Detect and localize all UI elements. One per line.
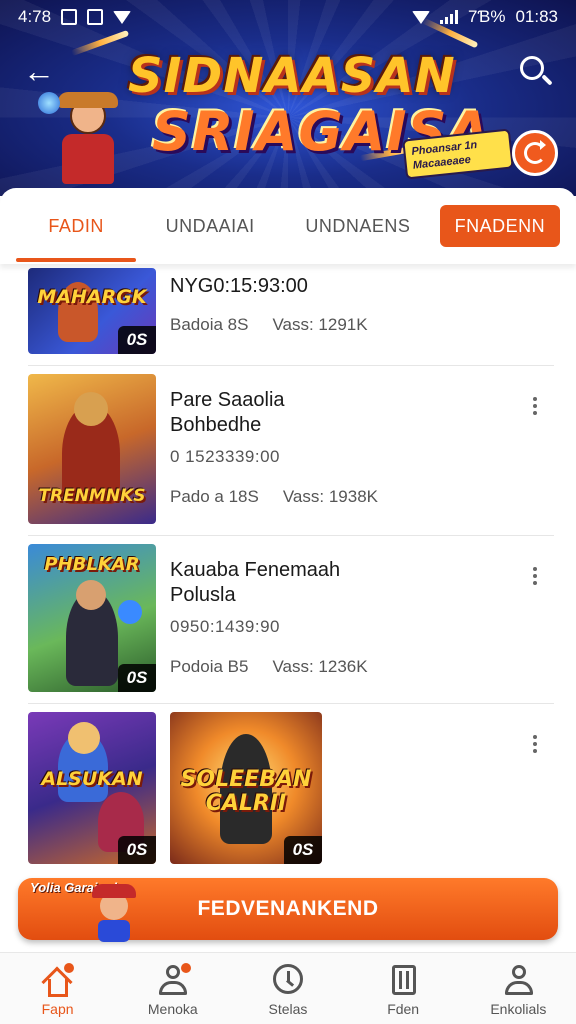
banner-hero-illustration <box>38 92 134 196</box>
more-options-button[interactable] <box>526 732 544 762</box>
wifi-signal-icon <box>411 10 430 24</box>
user-icon <box>155 963 192 997</box>
duration-badge: 0S <box>118 664 156 692</box>
nav-item-enkolials[interactable]: Enkolials <box>461 953 576 1024</box>
tab-undnaens[interactable]: UNDNAENS <box>284 188 432 264</box>
tab-bar: FADIN UNDAAIAI UNDNAENS FNADENN <box>0 188 576 264</box>
list-item[interactable]: PHBLKAR 0S Kauaba Fenemaah Polusla 0950:… <box>0 536 576 704</box>
thumbnail-title: PHBLKAR <box>44 554 140 575</box>
nav-item-stelas[interactable]: Stelas <box>230 953 345 1024</box>
status-bar: 4:78 7Ɓ% 01:83 <box>0 0 576 34</box>
banner-title-line1: SIDNAASAN <box>128 48 456 104</box>
arrow-left-icon: ← <box>23 53 55 89</box>
more-options-button[interactable] <box>526 564 544 594</box>
home-icon <box>40 963 76 998</box>
thumbnail-image: ALSUKAN 0S <box>28 712 156 864</box>
bottom-navigation: Fapn Menoka Stelas Fden Enkolials <box>0 952 576 1024</box>
tab-fnadenn-button[interactable]: FNADENN <box>439 205 560 247</box>
profile-icon <box>501 963 537 997</box>
nav-label: Enkolials <box>490 1001 547 1017</box>
image-icon <box>87 9 104 25</box>
thumbnail-title: MAHARGK <box>37 286 147 308</box>
more-vertical-icon <box>526 567 544 585</box>
list-item[interactable]: TRENMNKS Pare Saaolia Bohbedhe 0 1523339… <box>0 366 576 536</box>
duration-badge: 0S <box>118 836 156 864</box>
thumbnail-title: ALSUKAN <box>41 768 143 790</box>
nav-item-home[interactable]: Fapn <box>0 953 115 1024</box>
tab-undaaiai[interactable]: UNDAAIAI <box>136 188 284 264</box>
item-timestamp: 0950:1439:90 <box>170 617 280 636</box>
nav-label: Menoka <box>147 1001 198 1017</box>
header-banner: 4:78 7Ɓ% 01:83 ← SIDNAASAN SRIAGAISA Pho… <box>0 0 576 196</box>
thumbnail-image: SOLEEBAN CALRII 0S <box>170 712 322 864</box>
item-timestamp: 0 1523339:00 <box>170 447 280 466</box>
duration-badge: 0S <box>118 326 156 354</box>
box-icon <box>386 963 422 997</box>
status-time: 4:78 <box>18 7 52 26</box>
cta-illustration: Yolia Garaiuol <box>22 874 152 944</box>
item-meta-right: Vass: 1236K <box>272 657 368 676</box>
clock-icon <box>270 963 306 997</box>
thumbnail-title: SOLEEBAN CALRII <box>180 767 312 816</box>
nav-label: Fapn <box>41 1001 74 1017</box>
content-list: MAHARGK 0S NYG0:15:93:00 Badoia 8S Vass:… <box>0 268 576 878</box>
nav-label: Fden <box>387 1001 420 1017</box>
back-button[interactable]: ← <box>22 54 56 88</box>
item-title-line1: Kauaba Fenemaah <box>170 559 341 581</box>
tab-fadin[interactable]: FADIN <box>16 188 137 264</box>
search-button[interactable] <box>516 52 556 92</box>
item-meta-left: Podoia B5 <box>170 657 249 676</box>
item-meta-right: Vass: 1938K <box>282 487 378 506</box>
list-item[interactable]: MAHARGK 0S NYG0:15:93:00 Badoia 8S Vass:… <box>0 268 576 366</box>
nav-item-fden[interactable]: Fden <box>346 953 461 1024</box>
nav-label: Stelas <box>268 1001 308 1017</box>
item-meta-right: Vass: 1291K <box>272 315 368 334</box>
item-title-line1: Pare Saaolia <box>170 389 285 411</box>
refresh-button[interactable] <box>512 130 558 176</box>
wifi-icon <box>113 10 132 24</box>
gallery-icon <box>61 9 78 25</box>
thumbnail-image: MAHARGK 0S <box>28 268 156 354</box>
battery-percent: 7Ɓ% <box>467 7 506 26</box>
more-options-button[interactable] <box>526 394 544 424</box>
status-clock: 01:83 <box>515 7 558 26</box>
thumbnail-title: TRENMNKS <box>38 486 146 506</box>
item-title-line2: Bohbedhe <box>170 414 262 436</box>
cta-button[interactable]: Yolia Garaiuol FEDVENANKEND <box>18 878 558 942</box>
item-meta-left: Badoia 8S <box>170 315 249 334</box>
item-title: NYG0:15:93:00 <box>170 275 308 297</box>
list-item[interactable]: ALSUKAN 0S SOLEEBAN CALRII 0S <box>0 704 576 878</box>
duration-badge: 0S <box>284 836 322 864</box>
more-vertical-icon <box>526 397 544 415</box>
nav-item-menoka[interactable]: Menoka <box>115 953 230 1024</box>
thumbnail-image: TRENMNKS <box>28 374 156 524</box>
more-vertical-icon <box>526 735 544 753</box>
signal-icon <box>439 10 458 24</box>
item-meta-left: Pado a 18S <box>170 487 259 506</box>
cta-label: FEDVENANKEND <box>197 897 379 920</box>
item-title-line2: Polusla <box>170 584 236 606</box>
thumbnail-image: PHBLKAR 0S <box>28 544 156 692</box>
